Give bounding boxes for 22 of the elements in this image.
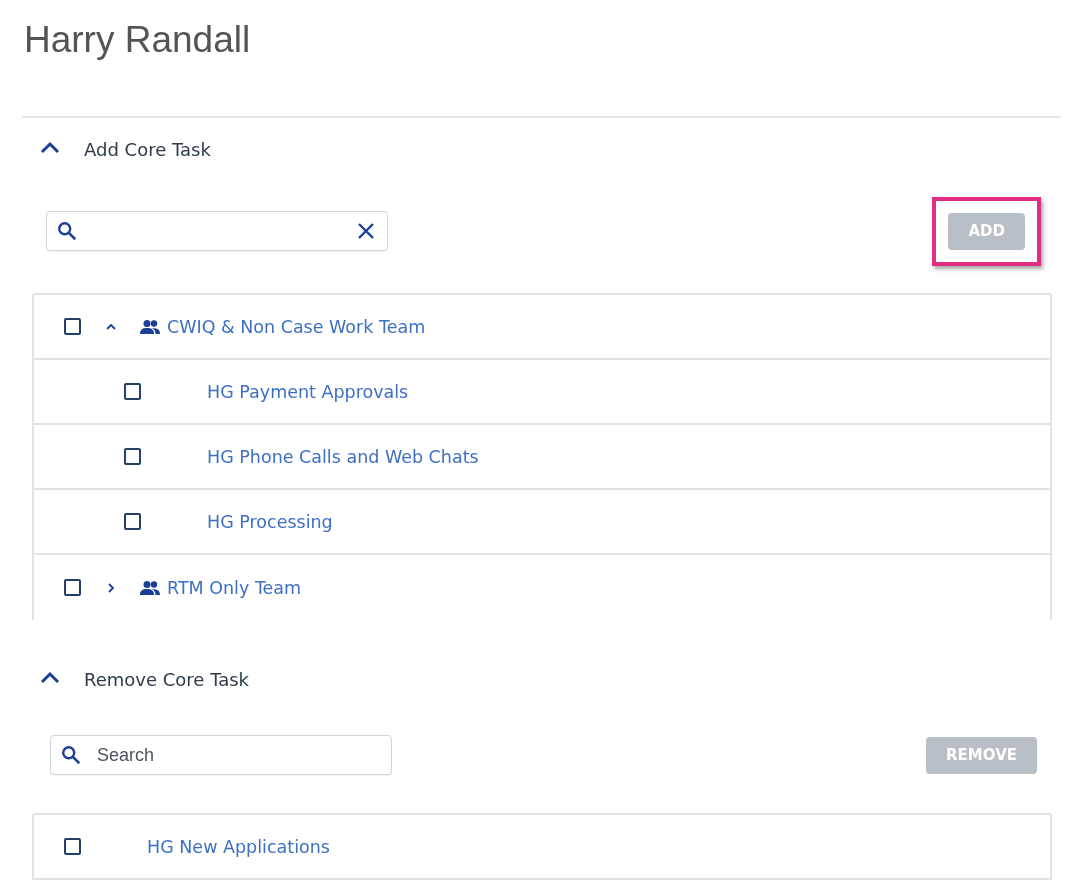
team-name[interactable]: CWIQ & Non Case Work Team [167,313,426,340]
search-icon[interactable] [56,220,78,243]
people-icon [139,579,161,596]
search-field[interactable] [46,211,388,252]
checkbox[interactable] [124,513,141,531]
task-name[interactable]: HG Phone Calls and Web Chats [207,443,479,470]
checkbox[interactable] [64,838,81,856]
checkbox[interactable] [124,383,141,401]
task-name[interactable]: HG New Applications [147,833,330,860]
section-heading: Remove Core Task [84,667,249,692]
checkbox[interactable] [64,318,81,336]
people-icon [139,318,161,335]
search-field[interactable]: Search [50,735,392,776]
section-heading: Add Core Task [84,137,211,162]
task-name[interactable]: HG Processing [207,508,333,535]
expand-caret-icon[interactable] [105,581,117,594]
checkbox[interactable] [64,579,81,597]
task-name[interactable]: HG Payment Approvals [207,378,409,405]
checkbox[interactable] [124,448,141,466]
page-title: Harry Randall [24,18,252,62]
search-icon[interactable] [60,744,82,767]
team-name[interactable]: RTM Only Team [167,574,302,601]
